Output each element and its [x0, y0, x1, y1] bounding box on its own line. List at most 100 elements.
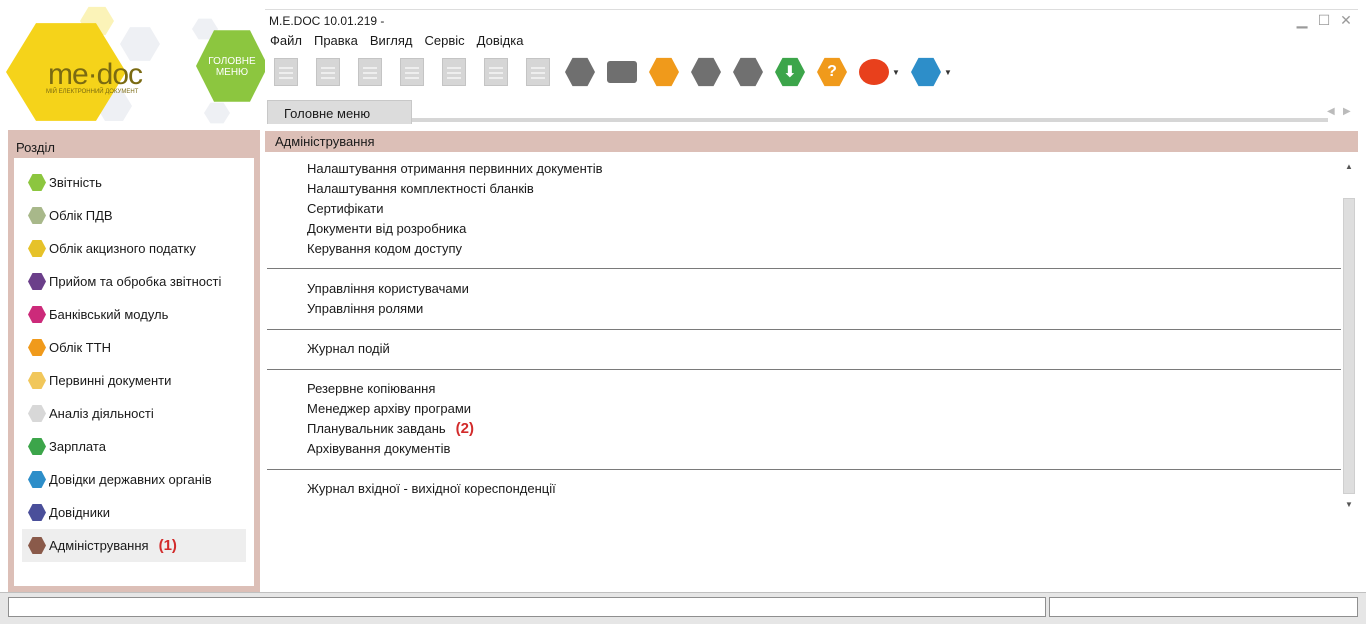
- magnifier-button[interactable]: [690, 56, 722, 88]
- annotation-2: (2): [455, 420, 474, 437]
- maximize-button[interactable]: ☐: [1317, 13, 1331, 27]
- ttn-icon: [28, 339, 46, 356]
- status-cell-secondary: [1049, 597, 1358, 617]
- section-item-gov-certificates[interactable]: Довідки державних органів: [22, 463, 246, 496]
- analysis-icon: [28, 405, 46, 422]
- menu-entry-developer-docs[interactable]: Документи від розробника: [307, 219, 466, 239]
- scroll-thumb[interactable]: [1343, 198, 1355, 494]
- menu-entry-event-log[interactable]: Журнал подій: [307, 339, 390, 359]
- bank-icon: [28, 306, 46, 323]
- scroll-down-icon[interactable]: ▼: [1342, 498, 1356, 512]
- section-item-label: Облік ТТН: [49, 340, 112, 355]
- section-item-label: Первинні документи: [49, 373, 172, 388]
- search-document-icon: [484, 58, 508, 86]
- tab-next-icon[interactable]: ▶: [1343, 106, 1351, 117]
- menu-entry-primary-docs-settings[interactable]: Налаштування отримання первинних докумен…: [307, 159, 603, 179]
- menu-help[interactable]: Довідка: [477, 33, 524, 51]
- decor-hex: [120, 27, 160, 61]
- filter-button[interactable]: [732, 56, 764, 88]
- window-titlebar: M.E.DOC 10.01.219 - ▁ ☐ ✕: [265, 9, 1358, 31]
- salary-icon: [28, 438, 46, 455]
- menu-entry-certificates[interactable]: Сертифікати: [307, 199, 384, 219]
- send-button[interactable]: [648, 56, 680, 88]
- menu-entry-access-code[interactable]: Керування кодом доступу: [307, 239, 462, 259]
- administration-icon: [28, 537, 46, 554]
- search-document-button[interactable]: [480, 56, 512, 88]
- section-item-administration[interactable]: Адміністрування (1): [22, 529, 246, 562]
- download-update-button[interactable]: ⬇: [774, 56, 806, 88]
- menu-separator: [267, 369, 1341, 370]
- section-item-salary[interactable]: Зарплата: [22, 430, 246, 463]
- section-item-label: Зарплата: [49, 439, 106, 454]
- menu-edit[interactable]: Правка: [314, 33, 358, 51]
- tab-strip: Головне меню ◀ ▶: [265, 98, 1358, 124]
- reporting-icon: [28, 174, 46, 191]
- video-help-dropdown-arrow-icon[interactable]: ▼: [944, 68, 952, 77]
- menu-bar: Файл Правка Вигляд Сервіс Довідка: [270, 33, 523, 51]
- tab-prev-icon[interactable]: ◀: [1327, 106, 1335, 117]
- menu-separator: [267, 329, 1341, 330]
- section-item-directories[interactable]: Довідники: [22, 496, 246, 529]
- section-item-primary-docs[interactable]: Первинні документи: [22, 364, 246, 397]
- minimize-button[interactable]: ▁: [1295, 13, 1309, 27]
- section-item-vat[interactable]: Облік ПДВ: [22, 199, 246, 232]
- menu-entry-correspondence-log[interactable]: Журнал вхідної - вихідної кореспонденції: [307, 479, 556, 499]
- help-button[interactable]: ?: [816, 56, 848, 88]
- new-document-icon: [274, 58, 298, 86]
- video-help-button[interactable]: [910, 56, 942, 88]
- menu-entry-doc-archiving[interactable]: Архівування документів: [307, 439, 450, 459]
- section-panel: Розділ Звітність Облік ПДВ Облік акцизно…: [8, 130, 260, 592]
- section-item-label: Адміністрування: [49, 538, 149, 553]
- content-scrollbar[interactable]: ▲ ▼: [1342, 160, 1356, 512]
- menu-entry-task-scheduler[interactable]: Планувальник завдань (2): [307, 419, 474, 439]
- section-item-analysis[interactable]: Аналіз діяльності: [22, 397, 246, 430]
- section-item-excise[interactable]: Облік акцизного податку: [22, 232, 246, 265]
- add-row-button[interactable]: [438, 56, 470, 88]
- edit-document-icon: [400, 58, 424, 86]
- section-item-bank[interactable]: Банківський модуль: [22, 298, 246, 331]
- delete-document-button[interactable]: [312, 56, 344, 88]
- edit-document-button[interactable]: [396, 56, 428, 88]
- menu-entry-roles[interactable]: Управління ролями: [307, 299, 423, 319]
- chat-button[interactable]: [858, 56, 890, 88]
- menu-service[interactable]: Сервіс: [425, 33, 465, 51]
- section-item-report-intake[interactable]: Прийом та обробка звітності: [22, 265, 246, 298]
- main-menu-hex-label: ГОЛОВНЕ МЕНЮ: [208, 56, 256, 78]
- delete-document-icon: [316, 58, 340, 86]
- menu-separator: [267, 469, 1341, 470]
- section-item-reporting[interactable]: Звітність: [22, 166, 246, 199]
- menu-entry-archive-manager[interactable]: Менеджер архіву програми: [307, 399, 471, 419]
- menu-entry-backup[interactable]: Резервне копіювання: [307, 379, 435, 399]
- download-update-icon: ⬇: [775, 57, 805, 87]
- tab-divider: [412, 118, 1328, 122]
- copy-document-icon: [358, 58, 382, 86]
- chat-dropdown-arrow-icon[interactable]: ▼: [892, 68, 900, 77]
- annotation-1: (1): [158, 537, 177, 554]
- menu-entry-users[interactable]: Управління користувачами: [307, 279, 469, 299]
- menu-view[interactable]: Вигляд: [370, 33, 413, 51]
- preview-button[interactable]: [564, 56, 596, 88]
- scroll-up-icon[interactable]: ▲: [1342, 160, 1356, 174]
- new-document-button[interactable]: [270, 56, 302, 88]
- report-intake-icon: [28, 273, 46, 290]
- tab-main-menu[interactable]: Головне меню: [267, 100, 412, 124]
- delete-row-button[interactable]: [522, 56, 554, 88]
- directories-icon: [28, 504, 46, 521]
- vat-icon: [28, 207, 46, 224]
- section-item-label: Звітність: [49, 175, 102, 190]
- copy-document-button[interactable]: [354, 56, 386, 88]
- filter-icon: [733, 57, 763, 87]
- section-panel-header: Розділ: [16, 140, 55, 155]
- close-button[interactable]: ✕: [1339, 13, 1353, 27]
- menu-entry-form-completeness[interactable]: Налаштування комплектності бланків: [307, 179, 534, 199]
- menu-file[interactable]: Файл: [270, 33, 302, 51]
- menu-separator: [267, 268, 1341, 269]
- section-item-label: Прийом та обробка звітності: [49, 274, 222, 289]
- add-row-icon: [442, 58, 466, 86]
- logo-area: me·doc МІЙ ЕЛЕКТРОННИЙ ДОКУМЕНТ ГОЛОВНЕ …: [0, 0, 265, 130]
- print-button[interactable]: [606, 56, 638, 88]
- content-panel: Налаштування отримання первинних докумен…: [265, 152, 1358, 592]
- medoc-tagline: МІЙ ЕЛЕКТРОННИЙ ДОКУМЕНТ: [46, 89, 139, 95]
- section-item-ttn[interactable]: Облік ТТН: [22, 331, 246, 364]
- section-item-label: Аналіз діяльності: [49, 406, 154, 421]
